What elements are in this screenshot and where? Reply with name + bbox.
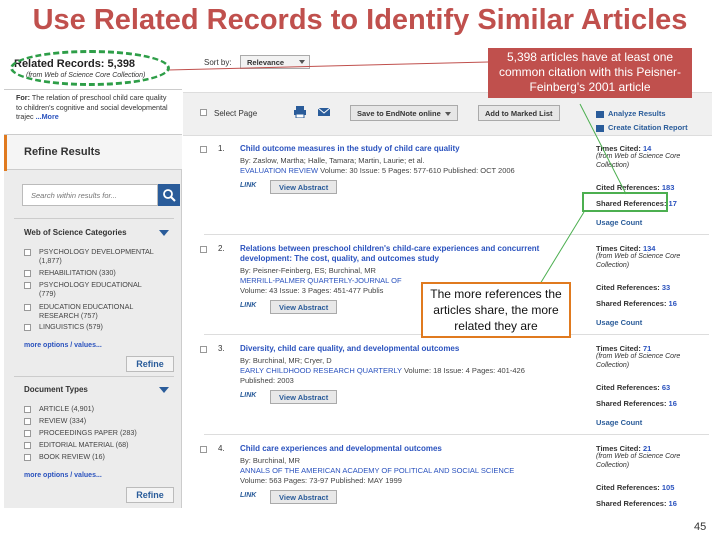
red-arrow (167, 61, 489, 71)
annotation-callout-red: 5,398 articles have at least one common … (488, 48, 692, 98)
annotation-callout-white: The more references the articles share, … (421, 282, 571, 338)
related-records-highlight (10, 50, 170, 86)
green-arrow-upper (579, 103, 627, 195)
page-number: 45 (694, 521, 707, 533)
shared-references-highlight (582, 192, 668, 212)
green-arrow-lower (539, 211, 585, 285)
